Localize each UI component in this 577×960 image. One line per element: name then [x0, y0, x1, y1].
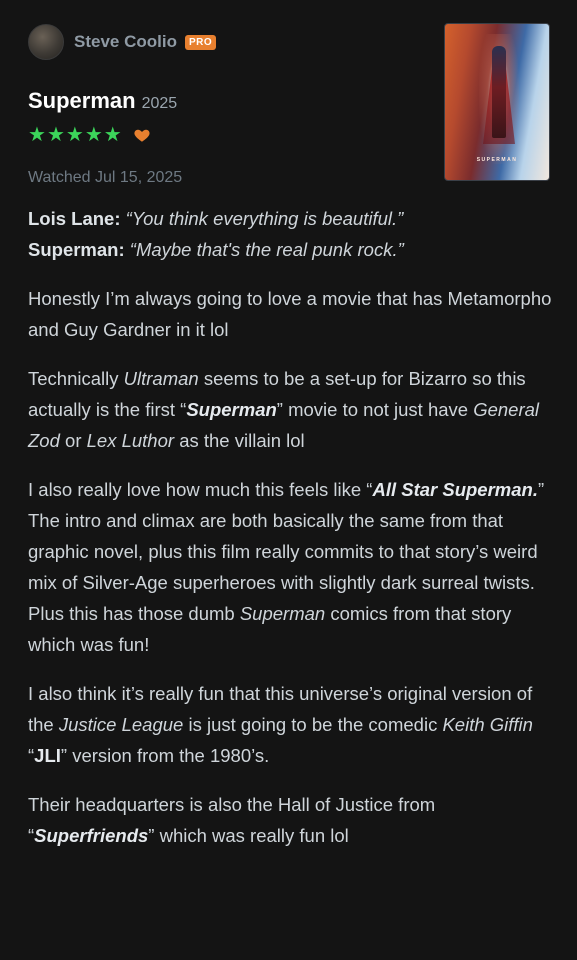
- quote-text: “You think everything is beautiful.”: [125, 208, 404, 229]
- review-paragraph: I also really love how much this feels l…: [28, 474, 553, 660]
- text-segment: Ultraman: [123, 368, 199, 389]
- avatar[interactable]: [28, 24, 64, 60]
- text-segment: Honestly I’m always going to love a movi…: [28, 288, 552, 340]
- review-header: Steve Coolio PRO: [28, 24, 217, 60]
- text-segment: or: [59, 430, 87, 451]
- star-icon: ★: [103, 124, 122, 146]
- text-segment: Superfriends: [34, 825, 149, 846]
- star-icon: ★: [28, 124, 46, 146]
- film-title-row: Superman 2025: [28, 88, 177, 114]
- text-segment: JLI: [34, 745, 61, 766]
- quote-speaker: Superman:: [28, 239, 125, 260]
- quote-line: Superman: “Maybe that's the real punk ro…: [28, 234, 553, 265]
- quote-line: Lois Lane: “You think everything is beau…: [28, 203, 553, 234]
- review-body: Lois Lane: “You think everything is beau…: [28, 203, 553, 851]
- text-segment: ” movie to not just have: [276, 399, 474, 420]
- text-segment: Keith Giffin: [442, 714, 533, 735]
- star-icon: ★: [84, 124, 103, 146]
- username[interactable]: Steve Coolio: [74, 32, 177, 52]
- text-segment: Superman: [239, 603, 326, 624]
- poster-figure: [492, 46, 506, 138]
- star-icon: ★: [46, 124, 65, 146]
- text-segment: ” version from the 1980’s.: [60, 745, 270, 766]
- review-paragraph: Honestly I’m always going to love a movi…: [28, 283, 553, 345]
- text-segment: as the villain lol: [174, 430, 305, 451]
- quote-speaker: Lois Lane:: [28, 208, 121, 229]
- review-paragraph: Their headquarters is also the Hall of J…: [28, 789, 553, 851]
- star-icon: ★: [65, 124, 84, 146]
- text-segment: Lex Luthor: [86, 430, 175, 451]
- watched-date: Watched Jul 15, 2025: [28, 169, 183, 186]
- text-segment: Technically: [28, 368, 124, 389]
- text-segment: All Star Superman.: [372, 479, 538, 500]
- review-paragraph: Technically Ultraman seems to be a set-u…: [28, 363, 553, 456]
- quote-text: “Maybe that's the real punk rock.”: [129, 239, 404, 260]
- text-segment: is just going to be the comedic: [183, 714, 443, 735]
- film-poster[interactable]: SUPERMAN: [444, 23, 550, 181]
- review-paragraph: I also think it’s really fun that this u…: [28, 678, 553, 771]
- star-rating: ★★★★★: [28, 124, 123, 146]
- text-segment: Superman: [186, 399, 277, 420]
- text-segment: ” which was really fun lol: [148, 825, 349, 846]
- text-segment: I also really love how much this feels l…: [28, 479, 373, 500]
- poster-title-text: SUPERMAN: [476, 157, 518, 163]
- heart-icon: [134, 129, 150, 142]
- pro-badge: PRO: [184, 34, 217, 50]
- text-segment: Justice League: [58, 714, 184, 735]
- film-title[interactable]: Superman: [28, 88, 136, 114]
- film-year[interactable]: 2025: [142, 95, 178, 113]
- review-paragraphs: Honestly I’m always going to love a movi…: [28, 265, 553, 851]
- rating: ★★★★★: [28, 124, 151, 146]
